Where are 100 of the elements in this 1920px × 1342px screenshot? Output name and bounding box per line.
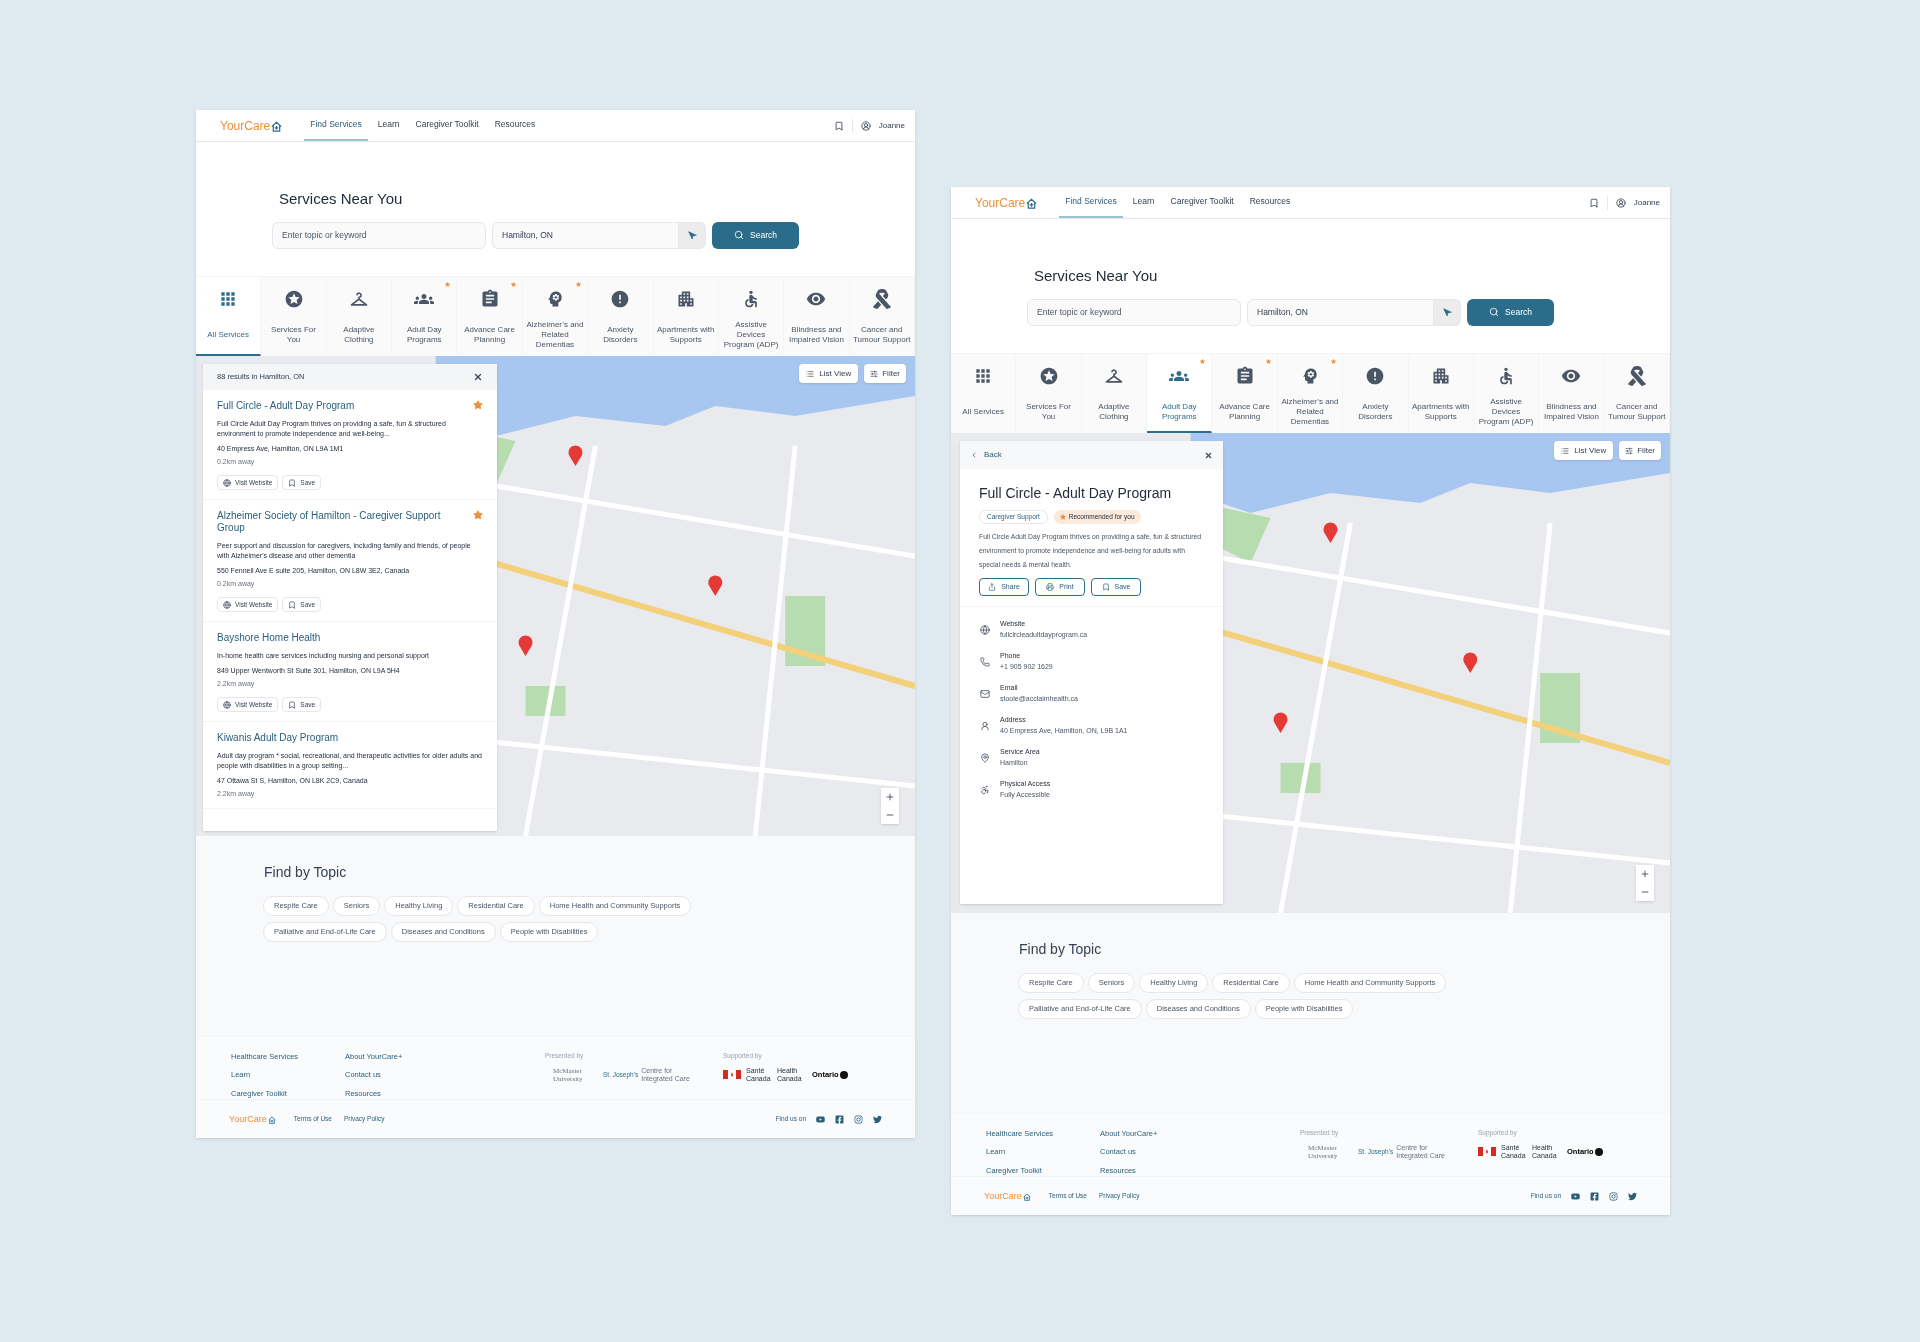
bookmark-icon[interactable] <box>833 120 844 131</box>
accessibility-icon <box>980 784 990 795</box>
instagram-icon[interactable] <box>854 1114 863 1124</box>
search-button[interactable]: Search <box>712 221 799 249</box>
category-tab[interactable]: Assistive Devices Program (ADP) <box>718 277 785 356</box>
category-tab[interactable]: Adult Day Programs <box>1147 354 1213 433</box>
star-badge-icon <box>283 289 304 309</box>
category-tab[interactable]: Apartments with Supports <box>653 277 719 356</box>
chevron-left-icon <box>970 451 978 459</box>
ribbon-icon <box>871 289 892 309</box>
user-name[interactable]: Joanne <box>1633 196 1660 209</box>
category-tab[interactable]: Apartments with Supports <box>1408 354 1474 433</box>
globe-icon <box>223 478 231 487</box>
nav-tab[interactable]: Caregiver Toolkit <box>1164 187 1240 218</box>
flag-icon <box>1478 1147 1496 1157</box>
result-title[interactable]: Full Circle - Adult Day Program <box>217 400 375 412</box>
star-icon <box>1059 514 1066 520</box>
house-plus-icon <box>267 1115 276 1124</box>
category-tab[interactable]: Advance Care Planning <box>1212 354 1278 433</box>
list-icon <box>1561 446 1570 455</box>
globe-icon <box>980 624 990 635</box>
category-tab[interactable]: Services For You <box>261 277 327 356</box>
flag-icon <box>723 1070 741 1080</box>
result-title[interactable]: Bayshore Home Health <box>217 632 341 644</box>
close-icon[interactable] <box>1204 450 1213 460</box>
keyword-field[interactable]: Enter topic or keyword <box>1027 298 1241 326</box>
twitter-icon[interactable] <box>873 1114 882 1124</box>
category-tab[interactable]: Assistive Devices Program (ADP) <box>1473 354 1540 433</box>
nav-tab[interactable]: Learn <box>1126 187 1161 218</box>
category-tab[interactable]: All Services <box>951 354 1017 433</box>
zoom-in-icon[interactable] <box>885 792 895 802</box>
user-icon[interactable] <box>860 120 871 131</box>
category-tab[interactable]: Alzheimer’s and Related Dementias <box>1277 354 1344 433</box>
result-title[interactable]: Alzheimer Society of Hamilton - Caregiver Support Group <box>217 510 473 534</box>
location-field[interactable]: Hamilton, ON <box>1247 298 1434 326</box>
section-title: Services Near You <box>279 189 404 209</box>
facebook-icon[interactable] <box>1590 1191 1599 1201</box>
list-view-button[interactable]: List View <box>799 364 859 383</box>
result-title[interactable]: Kiwanis Adult Day Program <box>217 732 359 744</box>
category-tab[interactable]: Adult Day Programs <box>392 277 458 356</box>
search-icon <box>1489 307 1500 317</box>
list-icon <box>806 369 815 378</box>
category-tab[interactable]: Alzheimer’s and Related Dementias <box>522 277 589 356</box>
nav-tab[interactable]: Caregiver Toolkit <box>409 110 485 141</box>
bookmark-icon <box>288 600 297 609</box>
bookmark-icon <box>288 478 297 487</box>
category-tab[interactable]: Blindness and Impaired Vision <box>1539 354 1605 433</box>
search-icon <box>734 230 745 240</box>
instagram-icon[interactable] <box>1609 1191 1618 1201</box>
nav-tab[interactable]: Find Services <box>304 110 368 141</box>
house-plus-icon <box>1026 197 1038 209</box>
bookmark-icon <box>1101 583 1110 591</box>
print-icon <box>1046 583 1055 591</box>
keyword-field[interactable]: Enter topic or keyword <box>272 221 486 249</box>
list-view-button[interactable]: List View <box>1554 441 1614 460</box>
globe-icon <box>223 600 231 609</box>
share-icon <box>988 583 997 591</box>
category-tab[interactable]: Adaptive Clothing <box>1081 354 1148 433</box>
alert-icon <box>1365 366 1386 386</box>
bookmark-icon <box>288 700 297 709</box>
user-name[interactable]: Joanne <box>878 119 905 132</box>
detail-title: Full Circle - Adult Day Program <box>979 484 1173 503</box>
user-icon[interactable] <box>1615 197 1626 208</box>
phone-icon <box>980 656 990 667</box>
back-button[interactable]: Back <box>970 449 1002 461</box>
category-tab[interactable]: Adaptive Clothing <box>326 277 393 356</box>
category-tab[interactable]: Blindness and Impaired Vision <box>784 277 850 356</box>
search-button[interactable]: Search <box>1467 298 1554 326</box>
bookmark-icon[interactable] <box>1588 197 1599 208</box>
star-badge-icon <box>1038 366 1059 386</box>
star-icon <box>473 510 483 520</box>
nav-tab[interactable]: Learn <box>371 110 406 141</box>
youtube-icon[interactable] <box>1571 1191 1580 1201</box>
category-tab[interactable]: Anxiety Disorders <box>588 277 654 356</box>
pin-icon <box>980 752 990 763</box>
nav-tab[interactable]: Find Services <box>1059 187 1123 218</box>
locate-button[interactable] <box>1434 298 1461 326</box>
section-title: Find by Topic <box>264 863 348 882</box>
section-title: Services Near You <box>1034 266 1159 286</box>
category-tab[interactable]: Anxiety Disorders <box>1343 354 1409 433</box>
category-tab[interactable]: Services For You <box>1016 354 1082 433</box>
zoom-in-icon[interactable] <box>1640 869 1650 879</box>
filter-button[interactable]: Filter <box>1619 441 1661 460</box>
house-plus-icon <box>271 120 283 132</box>
facebook-icon[interactable] <box>835 1114 844 1124</box>
filter-icon <box>870 369 879 378</box>
alert-icon <box>610 289 631 309</box>
navigation-arrow-icon <box>1442 307 1452 317</box>
category-tab[interactable]: Advance Care Planning <box>457 277 523 356</box>
nav-tab[interactable]: Resources <box>488 110 542 141</box>
locate-button[interactable] <box>679 221 706 249</box>
youtube-icon[interactable] <box>816 1114 825 1124</box>
filter-button[interactable]: Filter <box>864 364 906 383</box>
category-tab[interactable]: All Services <box>196 277 262 356</box>
close-icon[interactable] <box>473 372 483 382</box>
location-field[interactable]: Hamilton, ON <box>492 221 679 249</box>
category-tab[interactable]: Cancer and Tumour Support <box>849 277 915 356</box>
category-tab[interactable]: Cancer and Tumour Support <box>1604 354 1670 433</box>
twitter-icon[interactable] <box>1628 1191 1637 1201</box>
nav-tab[interactable]: Resources <box>1243 187 1297 218</box>
